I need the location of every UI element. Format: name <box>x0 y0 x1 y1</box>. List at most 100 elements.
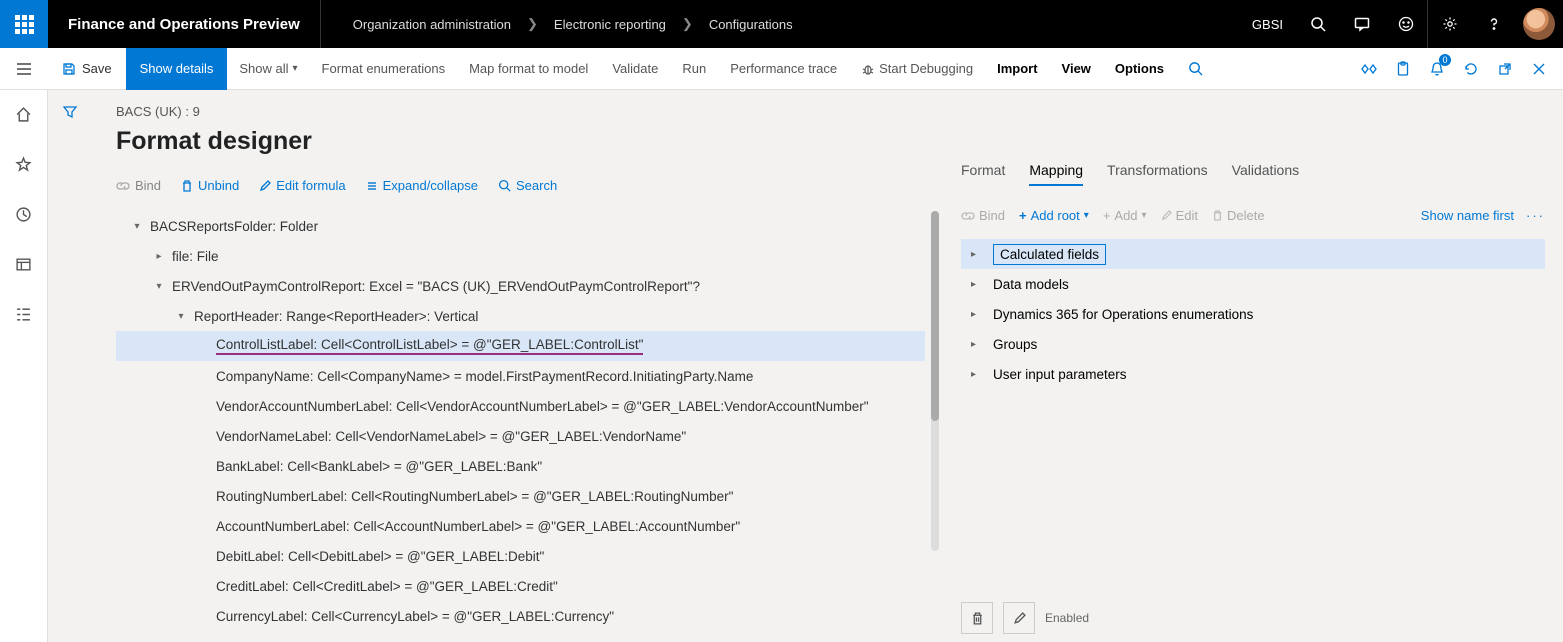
add-root-button[interactable]: + Add root ▾ <box>1019 208 1089 223</box>
tree-row[interactable]: CompanyName: Cell<CompanyName> = model.F… <box>116 361 925 391</box>
trash-icon <box>1212 209 1223 222</box>
tree-row[interactable]: RoutingNumberLabel: Cell<RoutingNumberLa… <box>116 481 925 511</box>
tab-format[interactable]: Format <box>961 162 1005 186</box>
close-icon[interactable] <box>1523 48 1555 90</box>
star-icon[interactable] <box>0 148 48 180</box>
tree-row[interactable]: ControlListLabel: Cell<ControlListLabel>… <box>116 331 925 361</box>
save-button[interactable]: Save <box>48 48 126 90</box>
edit-button[interactable]: Edit <box>1161 208 1198 223</box>
datasource-label: Data models <box>993 277 1069 292</box>
search-icon[interactable] <box>1295 0 1339 48</box>
more-icon[interactable]: ··· <box>1526 208 1545 223</box>
scrollbar[interactable] <box>931 211 939 551</box>
chevron-right-icon[interactable]: ▸ <box>971 309 983 320</box>
search-command[interactable] <box>1176 48 1215 90</box>
clock-icon[interactable] <box>0 198 48 230</box>
options-button[interactable]: Options <box>1103 48 1176 90</box>
tree-row[interactable]: DebitLabel: Cell<DebitLabel> = @"GER_LAB… <box>116 541 925 571</box>
breadcrumb-item[interactable]: Electronic reporting <box>554 17 666 32</box>
chevron-icon[interactable]: ▸ <box>152 251 166 262</box>
chevron-icon[interactable]: ▾ <box>174 311 188 322</box>
datasource-row[interactable]: ▸User input parameters <box>961 359 1545 389</box>
tree-row[interactable]: ▸file: File <box>116 241 925 271</box>
tab-transformations[interactable]: Transformations <box>1107 162 1208 186</box>
search-button[interactable]: Search <box>498 178 557 193</box>
pencil-icon <box>1161 210 1172 221</box>
datasource-row[interactable]: ▸Groups <box>961 329 1545 359</box>
chevron-right-icon[interactable]: ▸ <box>971 279 983 290</box>
tree-row[interactable]: BankLabel: Cell<BankLabel> = @"GER_LABEL… <box>116 451 925 481</box>
datasource-row[interactable]: ▸Calculated fields <box>961 239 1545 269</box>
map-format-button[interactable]: Map format to model <box>457 48 600 90</box>
delete-button[interactable]: Delete <box>1212 208 1265 223</box>
popout-icon[interactable] <box>1489 48 1521 90</box>
unbind-button[interactable]: Unbind <box>181 178 239 193</box>
save-icon <box>62 62 76 76</box>
tree-row[interactable]: VendorAccountNumberLabel: Cell<VendorAcc… <box>116 391 925 421</box>
tree-label: AccountNumberLabel: Cell<AccountNumberLa… <box>216 519 740 534</box>
format-enumerations-button[interactable]: Format enumerations <box>310 48 458 90</box>
gear-icon[interactable] <box>1427 0 1471 48</box>
help-icon[interactable] <box>1471 0 1515 48</box>
tree-row[interactable]: ▾ BACSReportsFolder: Folder <box>116 211 925 241</box>
tree-row[interactable]: CurrencyLabel: Cell<CurrencyLabel> = @"G… <box>116 601 925 631</box>
attachment-icon[interactable] <box>1387 48 1419 90</box>
show-name-first-button[interactable]: Show name first <box>1421 208 1514 223</box>
chevron-right-icon[interactable]: ▸ <box>971 369 983 380</box>
page-title: Format designer <box>116 127 943 156</box>
refresh-icon[interactable] <box>1455 48 1487 90</box>
chevron-icon[interactable]: ▾ <box>130 221 144 232</box>
smile-icon[interactable] <box>1383 0 1427 48</box>
chat-icon[interactable] <box>1339 0 1383 48</box>
breadcrumb-item[interactable]: Organization administration <box>353 17 511 32</box>
chevron-icon[interactable]: ▾ <box>152 281 166 292</box>
bind-button[interactable]: Bind <box>116 178 161 193</box>
chevron-right-icon[interactable]: ▸ <box>971 249 983 260</box>
edit-binding-icon[interactable] <box>1003 602 1035 634</box>
scroll-thumb[interactable] <box>931 211 939 421</box>
breadcrumb-item[interactable]: Configurations <box>709 17 793 32</box>
datasource-row[interactable]: ▸Dynamics 365 for Operations enumeration… <box>961 299 1545 329</box>
tree-row[interactable]: ▾ERVendOutPaymControlReport: Excel = "BA… <box>116 271 925 301</box>
modules-icon[interactable] <box>0 298 48 330</box>
run-button[interactable]: Run <box>670 48 718 90</box>
search-icon <box>498 179 511 192</box>
tree-row[interactable]: VendorNameLabel: Cell<VendorNameLabel> =… <box>116 421 925 451</box>
show-all-button[interactable]: Show all▾ <box>227 48 309 90</box>
expand-collapse-button[interactable]: Expand/collapse <box>366 178 478 193</box>
diamond-icon[interactable] <box>1353 48 1385 90</box>
workspace-icon[interactable] <box>0 248 48 280</box>
hamburger-icon[interactable] <box>0 48 48 90</box>
chevron-right-icon[interactable]: ▸ <box>971 339 983 350</box>
notification-icon[interactable]: 0 <box>1421 48 1453 90</box>
datasource-row[interactable]: ▸ Data models <box>961 269 1545 299</box>
tree-row[interactable]: AccountNumberLabel: Cell<AccountNumberLa… <box>116 511 925 541</box>
view-button[interactable]: View <box>1050 48 1103 90</box>
bind-button[interactable]: Bind <box>961 208 1005 223</box>
delete-binding-icon[interactable] <box>961 602 993 634</box>
performance-trace-button[interactable]: Performance trace <box>718 48 849 90</box>
tree-row[interactable]: ▾ReportHeader: Range<ReportHeader>: Vert… <box>116 301 925 331</box>
show-details-button[interactable]: Show details <box>126 48 228 90</box>
add-button[interactable]: + Add ▾ <box>1103 208 1147 223</box>
tab-mapping[interactable]: Mapping <box>1029 162 1083 186</box>
edit-formula-button[interactable]: Edit formula <box>259 178 345 193</box>
tree-row[interactable]: CreditLabel: Cell<CreditLabel> = @"GER_L… <box>116 571 925 601</box>
tree-label: BACSReportsFolder: Folder <box>150 219 318 234</box>
tree-label: RoutingNumberLabel: Cell<RoutingNumberLa… <box>216 489 733 504</box>
tree-label: CurrencyLabel: Cell<CurrencyLabel> = @"G… <box>216 609 614 624</box>
start-debugging-button[interactable]: Start Debugging <box>849 48 985 90</box>
company-code[interactable]: GBSI <box>1240 17 1295 32</box>
config-crumb: BACS (UK) : 9 <box>116 104 943 119</box>
import-button[interactable]: Import <box>985 48 1049 90</box>
avatar[interactable] <box>1523 8 1555 40</box>
app-launcher[interactable] <box>0 0 48 48</box>
home-icon[interactable] <box>0 98 48 130</box>
tab-validations[interactable]: Validations <box>1232 162 1299 186</box>
filter-icon[interactable] <box>62 104 78 642</box>
chevron-right-icon: ❯ <box>682 16 693 32</box>
tree-label: DebitLabel: Cell<DebitLabel> = @"GER_LAB… <box>216 549 544 564</box>
chevron-down-icon: ▾ <box>1142 210 1147 221</box>
format-panel: BACS (UK) : 9 Format designer Bind Unbin… <box>92 90 943 642</box>
validate-button[interactable]: Validate <box>600 48 670 90</box>
